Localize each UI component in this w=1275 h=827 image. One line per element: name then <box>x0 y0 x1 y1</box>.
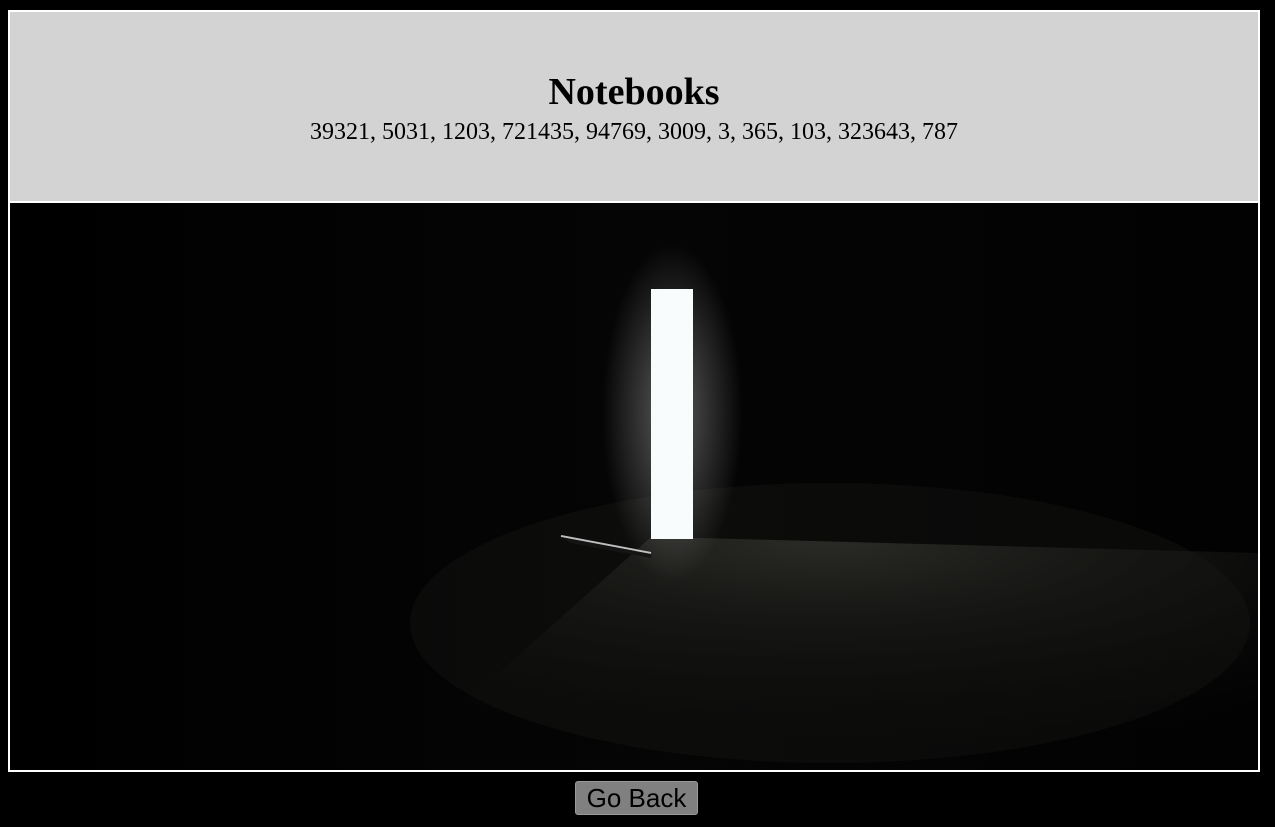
dark-room-image <box>10 203 1258 770</box>
page-header: Notebooks 39321, 5031, 1203, 721435, 947… <box>10 12 1258 203</box>
lit-doorway-icon <box>10 203 1258 770</box>
number-sequence: 39321, 5031, 1203, 721435, 94769, 3009, … <box>310 119 958 145</box>
content-frame: Notebooks 39321, 5031, 1203, 721435, 947… <box>8 10 1260 772</box>
page-title: Notebooks <box>548 71 720 113</box>
doorway-light <box>651 289 693 539</box>
go-back-button[interactable]: Go Back <box>575 781 698 815</box>
